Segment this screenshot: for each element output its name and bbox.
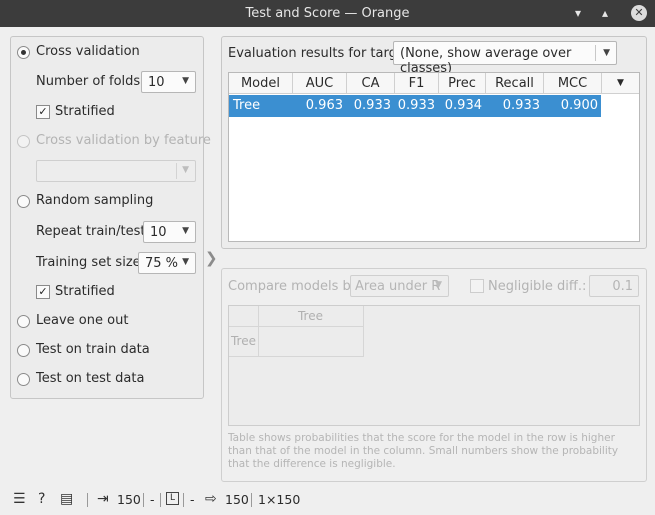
test-on-train-label: Test on train data (36, 342, 150, 357)
combo-separator (595, 45, 596, 61)
grid-column-header: Tree (258, 306, 364, 327)
cell-recall: 0.933 (502, 98, 540, 113)
chevron-down-icon: ▼ (435, 280, 442, 290)
test-on-train-radio[interactable] (17, 344, 30, 357)
output-icon[interactable]: ⇨ (205, 491, 217, 507)
chevron-down-icon: ▼ (603, 48, 610, 58)
repeat-combo[interactable]: 10 ▼ (143, 221, 196, 243)
close-icon[interactable]: ✕ (631, 5, 647, 21)
folds-value: 10 (148, 75, 165, 90)
target-combo[interactable]: (None, show average over classes) ▼ (393, 41, 617, 76)
folds-label: Number of folds: (36, 74, 145, 89)
column-header-f1[interactable]: F1 (395, 73, 439, 94)
status-dash-2: - (190, 492, 195, 507)
minimize-icon[interactable]: ▾ (575, 6, 581, 20)
comparison-note: Table shows probabilities that the score… (228, 432, 619, 470)
column-header-mcc[interactable]: MCC (544, 73, 602, 94)
folds-combo[interactable]: 10 ▼ (141, 71, 196, 93)
chevron-down-icon: ▼ (182, 257, 189, 267)
training-size-value: 75 % (145, 256, 179, 271)
stratified-checkbox[interactable]: ✓ (36, 105, 50, 119)
comparison-grid: Tree Tree (228, 305, 640, 426)
chevron-down-icon: ▼ (182, 76, 189, 86)
negligible-value: 0.1 (612, 279, 633, 294)
cross-validation-label: Cross validation (36, 44, 140, 59)
splitter-arrow-icon[interactable]: ❯ (205, 249, 218, 267)
status-separator (183, 493, 184, 507)
input-icon[interactable]: ⇥ (97, 491, 109, 507)
status-separator (143, 493, 144, 507)
column-menu-icon[interactable]: ▼ (602, 73, 639, 94)
input-count: 150 (117, 492, 141, 507)
combo-separator (176, 163, 177, 179)
test-on-test-label: Test on test data (36, 371, 145, 386)
test-on-test-radio[interactable] (17, 373, 30, 386)
column-header-recall[interactable]: Recall (486, 73, 544, 94)
column-header-prec[interactable]: Prec (439, 73, 486, 94)
status-separator (87, 493, 88, 507)
cv-by-feature-label: Cross validation by feature (36, 133, 211, 148)
stratified-label-2: Stratified (55, 284, 115, 299)
random-sampling-label: Random sampling (36, 193, 154, 208)
cell-f1: 0.933 (397, 98, 435, 113)
status-bar: ☰ ? ▤ ⇥ 150 - L - ⇨ 150 1×150 (0, 487, 655, 515)
leave-one-out-radio[interactable] (17, 315, 30, 328)
grid-row-header: Tree (229, 326, 259, 357)
menu-icon[interactable]: ☰ (13, 491, 26, 507)
stratified-checkbox-2[interactable]: ✓ (36, 285, 50, 299)
compare-by-label: Compare models by: (228, 279, 362, 294)
status-separator (251, 493, 252, 507)
maximize-icon[interactable]: ▴ (602, 6, 608, 20)
training-size-label: Training set size: (36, 255, 146, 270)
chevron-down-icon: ▼ (182, 226, 189, 236)
cell-prec: 0.934 (444, 98, 482, 113)
column-header-ca[interactable]: CA (347, 73, 395, 94)
grid-cell (258, 326, 364, 357)
column-header-auc[interactable]: AUC (293, 73, 347, 94)
repeat-value: 10 (150, 225, 167, 240)
status-dash-1: - (150, 492, 155, 507)
results-table[interactable]: Model AUC CA F1 Prec Recall MCC ▼ Tree 0… (228, 72, 640, 242)
test-and-score-window: Test and Score — Orange ▾ ▴ ✕ Cross vali… (0, 0, 655, 515)
cell-ca: 0.933 (353, 98, 391, 113)
report-icon[interactable]: ▤ (60, 491, 73, 507)
grid-corner (229, 306, 259, 327)
compare-metric-value: Area under R (355, 279, 441, 294)
random-sampling-radio[interactable] (17, 195, 30, 208)
repeat-label: Repeat train/test: (36, 224, 150, 239)
cell-model: Tree (233, 98, 261, 113)
target-label: Evaluation results for target (228, 46, 410, 61)
output-count: 150 (225, 492, 249, 507)
status-separator (160, 493, 161, 507)
chevron-down-icon: ▼ (182, 165, 189, 175)
feature-combo[interactable]: ▼ (36, 160, 196, 182)
negligible-input[interactable]: 0.1 (589, 275, 639, 297)
cross-validation-radio[interactable] (17, 46, 30, 59)
output-shape: 1×150 (258, 492, 301, 507)
stratified-label: Stratified (55, 104, 115, 119)
negligible-checkbox[interactable] (470, 279, 484, 293)
negligible-label: Negligible diff.: (488, 279, 587, 294)
cv-by-feature-radio[interactable] (17, 135, 30, 148)
help-icon[interactable]: ? (38, 491, 45, 507)
data-table-icon[interactable]: L (166, 492, 179, 505)
title-bar: Test and Score — Orange ▾ ▴ ✕ (0, 0, 655, 27)
compare-metric-combo[interactable]: Area under R ▼ (350, 275, 449, 297)
column-header-model[interactable]: Model (229, 73, 293, 94)
training-size-combo[interactable]: 75 % ▼ (138, 252, 196, 274)
cell-mcc: 0.900 (560, 98, 598, 113)
table-row[interactable]: Tree 0.963 0.933 0.933 0.934 0.933 0.900 (229, 95, 601, 117)
window-title: Test and Score — Orange (245, 6, 410, 21)
leave-one-out-label: Leave one out (36, 313, 129, 328)
cell-auc: 0.963 (305, 98, 343, 113)
